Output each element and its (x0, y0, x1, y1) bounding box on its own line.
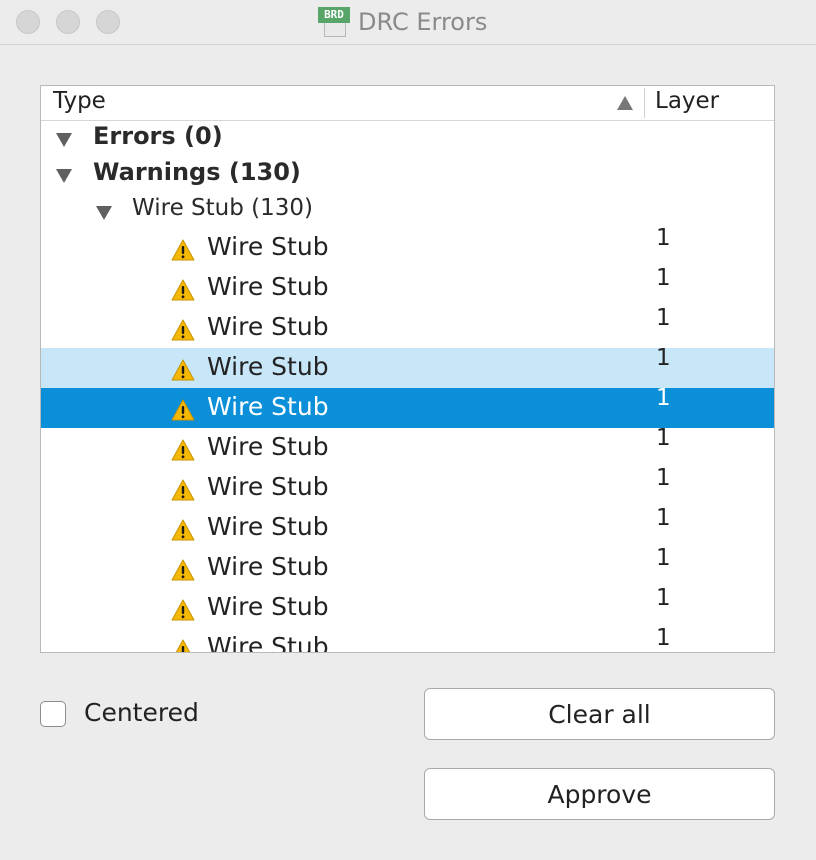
warning-icon (171, 519, 195, 541)
item-type-label: Wire Stub (207, 432, 329, 461)
item-layer-value: 1 (656, 425, 671, 451)
brd-tag: BRD (318, 7, 350, 23)
table-row[interactable]: Wire Stub 1 (41, 385, 774, 428)
close-window-button[interactable] (16, 10, 40, 34)
column-header-type[interactable]: Type (53, 88, 106, 114)
warning-icon (171, 479, 195, 501)
item-layer-value: 1 (656, 625, 671, 651)
item-type-label: Wire Stub (207, 592, 329, 621)
item-type-label: Wire Stub (207, 472, 329, 501)
brd-file-icon: BRD (318, 7, 350, 37)
item-type-label: Wire Stub (207, 312, 329, 341)
warning-icon (175, 639, 191, 652)
item-type-label: Wire Stub (207, 352, 329, 381)
column-divider[interactable] (644, 88, 645, 118)
table-row[interactable]: Wire Stub 1 (41, 425, 774, 468)
approve-button[interactable]: Approve (424, 768, 775, 820)
disclosure-triangle-icon[interactable] (56, 133, 72, 147)
item-type-label: Wire Stub (207, 232, 329, 261)
group-label: Warnings (130) (93, 158, 301, 186)
item-type-label: Wire Stub (207, 512, 329, 541)
item-layer-value: 1 (656, 385, 671, 411)
disclosure-triangle-icon[interactable] (96, 206, 112, 220)
item-layer-value: 1 (656, 345, 671, 371)
table-row[interactable]: Wire Stub 1 (41, 305, 774, 348)
item-type-label: Wire Stub (207, 552, 329, 581)
item-layer-value: 1 (656, 585, 671, 611)
item-layer-value: 1 (656, 225, 671, 251)
warning-icon (171, 559, 195, 581)
group-row-warnings[interactable]: Warnings (130) (41, 157, 774, 197)
warning-icon (171, 439, 195, 461)
minimize-window-button[interactable] (56, 10, 80, 34)
table-row[interactable]: Wire Stub 1 (41, 465, 774, 508)
item-layer-value: 1 (656, 305, 671, 331)
group-row-errors[interactable]: Errors (0) (41, 121, 774, 161)
item-layer-value: 1 (656, 505, 671, 531)
window-title: DRC Errors (358, 8, 488, 36)
column-header-layer[interactable]: Layer (655, 88, 719, 114)
warning-icon (171, 319, 195, 341)
table-row[interactable]: Wire Stub 1 (41, 225, 774, 268)
item-layer-value: 1 (656, 265, 671, 291)
zoom-window-button[interactable] (96, 10, 120, 34)
centered-label: Centered (84, 698, 199, 727)
item-type-label: Wire Stub (207, 272, 329, 301)
table-row[interactable]: Wire Stub 1 (41, 345, 774, 388)
item-type-label: Wire Stub (207, 632, 329, 653)
warning-icon (171, 239, 195, 261)
group-label: Errors (0) (93, 122, 223, 150)
centered-checkbox[interactable] (40, 701, 66, 727)
warning-icon (171, 279, 195, 301)
disclosure-triangle-icon[interactable] (56, 169, 72, 183)
warning-icon (171, 359, 195, 381)
table-row[interactable]: Wire Stub 1 (41, 625, 774, 653)
table-row[interactable]: Wire Stub 1 (41, 265, 774, 308)
drc-errors-window: BRD DRC Errors Type Layer Errors (0) War… (0, 0, 816, 860)
table-body: Errors (0) Warnings (130) Wire Stub (130… (41, 121, 774, 653)
clear-all-button[interactable]: Clear all (424, 688, 775, 740)
subgroup-label: Wire Stub (130) (132, 195, 313, 221)
table-row[interactable]: Wire Stub 1 (41, 545, 774, 588)
item-layer-value: 1 (656, 465, 671, 491)
warning-icon (171, 399, 195, 421)
item-type-label: Wire Stub (207, 392, 329, 421)
warning-icon (171, 599, 195, 621)
table-row[interactable]: Wire Stub 1 (41, 505, 774, 548)
window-title-group: BRD DRC Errors (318, 6, 487, 38)
sort-ascending-icon[interactable] (617, 96, 633, 110)
table-header: Type Layer (41, 86, 774, 121)
drc-errors-table[interactable]: Type Layer Errors (0) Warnings (130) Wir… (40, 85, 775, 653)
table-row[interactable]: Wire Stub 1 (41, 585, 774, 628)
title-bar: BRD DRC Errors (0, 0, 816, 45)
item-layer-value: 1 (656, 545, 671, 571)
